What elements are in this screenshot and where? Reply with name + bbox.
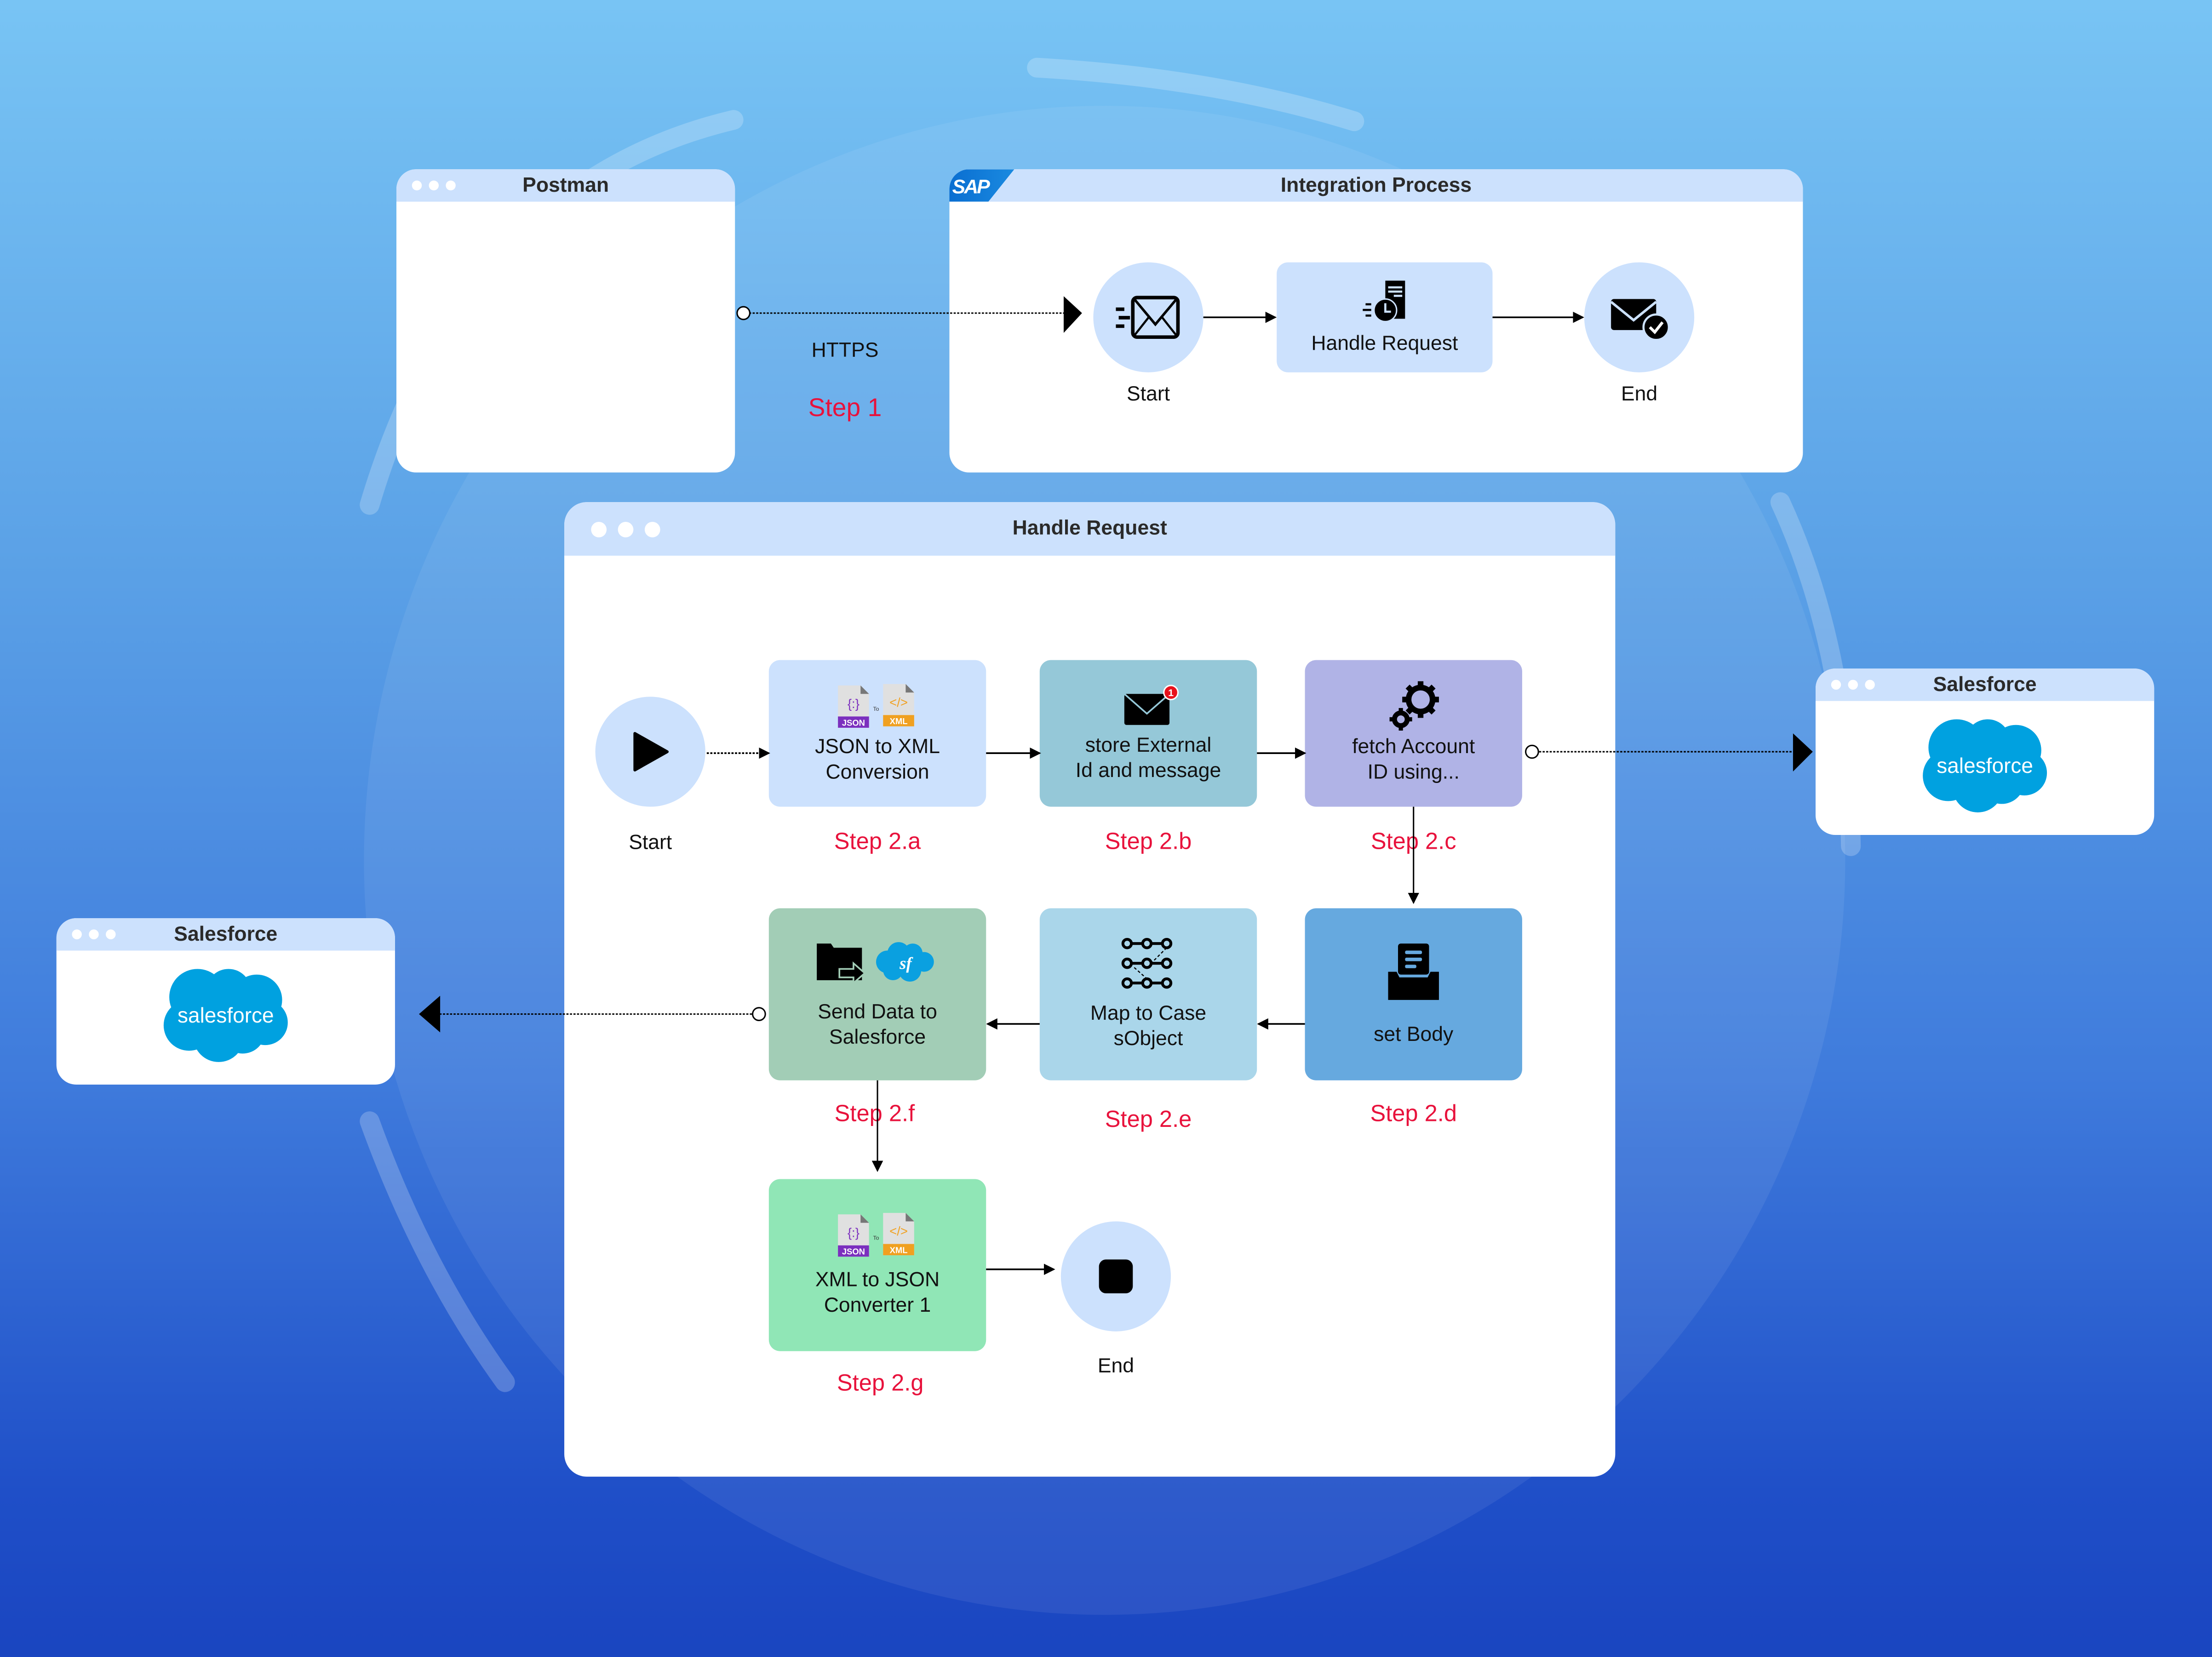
svg-text:XML: XML [890,1246,908,1255]
node-json-to-xml[interactable]: JSON {:} To XML </> JSON to XML Conversi… [768,660,986,807]
salesforce-right-window: Salesforce salesforce [1816,669,2155,835]
svg-text:{:}: {:} [848,696,860,710]
diagram-canvas: Postman SAP Integration Process Start Ha… [0,0,2212,1657]
play-icon [633,732,669,771]
step-2a-label: Step 2.a [834,829,921,855]
salesforce-left-header: Salesforce [56,918,395,951]
node-label-line2: Converter 1 [824,1295,931,1318]
svg-text:{:}: {:} [848,1225,860,1240]
json-to-xml-icon: JSON {:} To XML </> [838,1213,914,1257]
step-2d-label: Step 2.d [1370,1101,1457,1127]
hr-end-event[interactable] [1060,1221,1171,1331]
svg-text:To: To [873,1234,879,1241]
ip-start-label: Start [1127,383,1170,406]
svg-text:JSON: JSON [842,717,865,727]
window-dots [591,502,660,556]
integration-process-header: SAP Integration Process [949,169,1803,202]
node-xml-to-json[interactable]: JSON {:} To XML </> XML to JSON Converte… [768,1179,986,1351]
window-dots [72,918,116,951]
node-label-line1: store External [1085,735,1212,758]
node-label-line2: Salesforce [829,1027,926,1050]
https-label: HTTPS [811,340,879,363]
window-dots [412,169,456,202]
salesforce-logo-icon: salesforce [163,969,288,1062]
ip-start-event[interactable] [1093,262,1203,372]
hr-start-label: Start [629,832,672,855]
ip-end-event[interactable] [1584,262,1695,372]
node-label-line1: Map to Case [1090,1003,1207,1026]
svg-text:To: To [873,705,879,712]
salesforce-logo-icon: salesforce [1923,719,2047,812]
svg-text:XML: XML [890,716,908,726]
salesforce-left-title: Salesforce [174,923,278,946]
envelope-send-icon [1116,296,1180,339]
handle-request-header: Handle Request [564,502,1616,556]
handle-request-title: Handle Request [1012,517,1167,540]
salesforce-left-window: Salesforce salesforce [56,918,395,1085]
svg-text:JSON: JSON [842,1247,865,1257]
json-to-xml-icon: JSON {:} To XML </> [838,683,914,727]
node-map-to-case[interactable]: Map to Case sObject [1039,908,1257,1080]
svg-text:salesforce: salesforce [1937,754,2033,777]
node-label-line2: sObject [1113,1028,1183,1051]
node-send-data-salesforce[interactable]: sf Send Data to Salesforce [768,908,986,1080]
node-label-line2: ID using... [1367,761,1460,784]
integration-process-title: Integration Process [1280,174,1472,197]
node-set-body[interactable]: set Body [1305,908,1522,1080]
node-label-line1: fetch Account [1352,736,1475,759]
svg-text:1: 1 [1168,687,1174,698]
node-label-line1: Send Data to [818,1001,937,1024]
hr-start-event[interactable] [595,697,705,807]
window-dots [1831,669,1875,701]
timer-document-icon [1362,280,1404,322]
ip-handle-request-label: Handle Request [1311,332,1458,356]
node-store-external-id[interactable]: 1 store External Id and message [1039,660,1257,807]
salesforce-right-title: Salesforce [1933,673,2037,696]
mapping-icon [1121,937,1173,989]
postman-window-header: Postman [396,169,735,202]
step-2g-label: Step 2.g [837,1371,924,1396]
svg-text:</>: </> [889,694,908,709]
node-label-line2: Id and message [1075,760,1221,783]
ip-handle-request-node[interactable]: Handle Request [1277,262,1493,372]
step-2c-label: Step 2.c [1370,829,1456,855]
postman-title: Postman [522,174,609,197]
step-2e-label: Step 2.e [1105,1107,1192,1133]
sap-logo: SAP [949,169,1014,202]
postman-window: Postman [396,169,735,473]
node-label-line1: JSON to XML [815,735,940,758]
folder-send-salesforce-icon: sf [817,942,934,985]
node-label-line1: XML to JSON [815,1269,940,1292]
step-2f-label: Step 2.f [834,1101,915,1127]
envelope-notification-icon: 1 [1123,685,1179,725]
stop-icon [1099,1259,1133,1293]
salesforce-right-header: Salesforce [1816,669,2155,701]
svg-text:sf: sf [899,954,913,972]
node-label-line2: Conversion [825,760,929,784]
node-label-line1: set Body [1374,1024,1454,1047]
svg-text:</>: </> [889,1224,908,1238]
step-2b-label: Step 2.b [1105,829,1192,855]
hr-end-label: End [1097,1355,1135,1378]
svg-text:salesforce: salesforce [178,1003,274,1027]
gears-icon [1389,681,1439,731]
inbox-tray-icon [1388,943,1439,1000]
step-1-label: Step 1 [808,393,882,422]
node-fetch-account-id[interactable]: fetch Account ID using... [1305,660,1522,807]
envelope-check-icon [1610,299,1670,341]
ip-end-label: End [1621,383,1658,406]
